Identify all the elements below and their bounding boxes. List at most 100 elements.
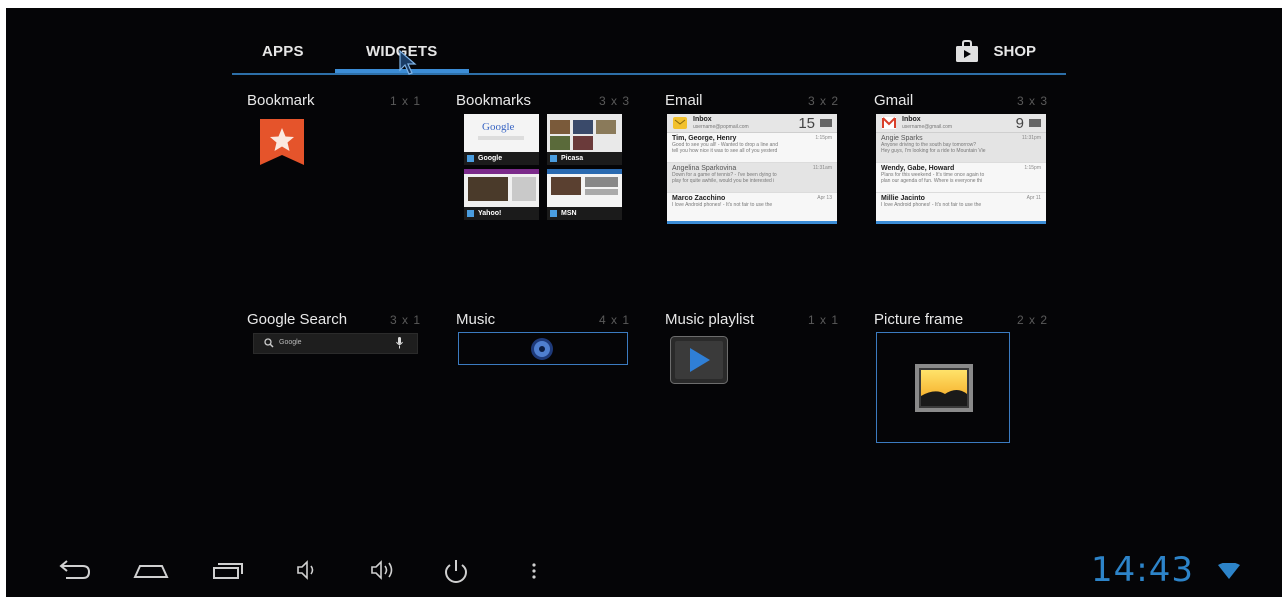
compose-icon	[820, 119, 832, 127]
widget-google-search[interactable]: Google Search 3 x 1 Google	[247, 311, 427, 461]
widget-music[interactable]: Music 4 x 1	[456, 311, 636, 461]
screen: APPS WIDGETS SHOP Bookmark 1 x 1 Bookmar…	[6, 8, 1282, 597]
widget-size: 3 x 2	[807, 94, 839, 108]
widget-email[interactable]: Email 3 x 2 Inbox username@popmail.com 1…	[665, 92, 845, 232]
music-preview	[458, 332, 628, 365]
menu-icon[interactable]	[514, 557, 554, 583]
gmail-inbox-label: Inbox	[902, 116, 921, 123]
widget-title: Gmail	[874, 92, 914, 109]
gmail-message: Angie Sparks 11:31pm Anyone driving to t…	[876, 133, 1046, 163]
gmail-accent-bar	[876, 221, 1046, 224]
message-from: Marco Zacchino	[672, 195, 726, 202]
email-message: Marco Zacchino Apr 13 I love Android pho…	[667, 193, 837, 223]
message-snippet: I love Android phones! - It's not fair t…	[672, 202, 773, 208]
shop-bag-icon	[956, 40, 979, 62]
volume-up-icon[interactable]	[362, 557, 402, 583]
music-disc-icon	[531, 338, 553, 360]
microphone-icon	[396, 337, 403, 349]
tab-bar: APPS WIDGETS SHOP	[232, 8, 1066, 76]
email-inbox-label: Inbox	[693, 116, 712, 123]
gmail-logo-icon	[882, 117, 896, 129]
message-snippet: plan our agenda of fun. Where is everyon…	[881, 178, 983, 184]
svg-text:Google: Google	[482, 121, 515, 133]
wifi-icon	[1218, 563, 1240, 579]
message-from: Tim, George, Henry	[672, 135, 737, 142]
search-placeholder: Google	[279, 339, 302, 346]
email-message: Angelina Sparkovina 11:31am Down for a g…	[667, 163, 837, 193]
widget-title: Bookmark	[247, 92, 315, 109]
gmail-unread-count: 9	[1015, 115, 1024, 132]
gmail-message: Wendy, Gabe, Howard 1:15pm Plans for thi…	[876, 163, 1046, 193]
widget-size: 3 x 1	[389, 313, 421, 327]
status-clock[interactable]: 14:43	[1091, 551, 1194, 589]
widget-size: 3 x 3	[598, 94, 630, 108]
message-snippet: I love Android phones! - It's not fair t…	[881, 202, 982, 208]
widget-title: Picture frame	[874, 311, 964, 328]
back-icon[interactable]	[56, 557, 96, 583]
bookmarks-thumbnails: Google Google Picasa Yahoo! MSN	[464, 114, 624, 224]
message-snippet: tell you how nice it was to see all of y…	[672, 148, 778, 154]
widget-title: Email	[665, 92, 703, 109]
widget-title: Music	[456, 311, 496, 328]
gmail-account: username@gmail.com	[902, 124, 953, 130]
shop-label: SHOP	[993, 42, 1036, 60]
bookmark-thumb-label: MSN	[561, 210, 577, 217]
message-from: Wendy, Gabe, Howard	[881, 165, 955, 172]
bookmark-thumb: Picasa	[547, 114, 622, 165]
message-time: 11:31am	[812, 165, 832, 171]
bookmark-thumb-label: Yahoo!	[478, 210, 502, 217]
message-time: Apr 11	[1026, 195, 1041, 201]
widget-picture-frame[interactable]: Picture frame 2 x 2	[874, 311, 1054, 461]
message-time: Apr 13	[817, 195, 832, 201]
bookmark-thumb: MSN	[547, 169, 622, 220]
widget-title: Music playlist	[665, 311, 755, 328]
message-snippet: Hey guys, I'm looking for a ride to Moun…	[881, 148, 986, 154]
email-envelope-icon	[673, 117, 687, 129]
message-from: Angelina Sparkovina	[672, 165, 737, 172]
search-icon	[264, 338, 274, 348]
picture-icon	[915, 364, 973, 412]
email-message: Tim, George, Henry 1:15pm Good to see yo…	[667, 133, 837, 163]
bookmark-thumb-label: Google	[478, 155, 503, 162]
google-search-preview: Google	[253, 333, 418, 354]
widget-title: Bookmarks	[456, 92, 532, 109]
widget-music-playlist[interactable]: Music playlist 1 x 1	[665, 311, 845, 461]
widget-bookmark[interactable]: Bookmark 1 x 1	[247, 92, 427, 232]
tab-divider	[232, 73, 1066, 75]
widget-size: 3 x 3	[1016, 94, 1048, 108]
message-from: Angie Sparks	[881, 135, 923, 142]
power-icon[interactable]	[436, 557, 476, 583]
gmail-header: Inbox username@gmail.com 9	[876, 114, 1046, 133]
widget-size: 1 x 1	[389, 94, 421, 108]
message-time: 1:15pm	[815, 135, 832, 141]
message-time: 1:15pm	[1024, 165, 1041, 171]
message-from: Millie Jacinto	[881, 195, 925, 202]
recent-apps-icon[interactable]	[208, 557, 248, 583]
bookmark-star-icon	[260, 119, 304, 165]
widget-size: 4 x 1	[598, 313, 630, 327]
play-icon	[670, 336, 728, 384]
widget-title: Google Search	[247, 311, 348, 328]
widget-gmail[interactable]: Gmail 3 x 3 Inbox username@gmail.com 9 A…	[874, 92, 1054, 232]
widget-bookmarks[interactable]: Bookmarks 3 x 3 Google Google Picasa Yah…	[456, 92, 636, 232]
compose-icon	[1029, 119, 1041, 127]
bookmark-thumb-label: Picasa	[561, 155, 584, 162]
bookmark-thumb: Google Google	[464, 114, 539, 165]
message-time: 11:31pm	[1021, 135, 1041, 141]
home-icon[interactable]	[131, 557, 171, 583]
email-preview: Inbox username@popmail.com 15 Tim, Georg…	[667, 114, 837, 224]
widget-size: 2 x 2	[1016, 313, 1048, 327]
gmail-preview: Inbox username@gmail.com 9 Angie Sparks …	[876, 114, 1046, 224]
picture-frame-preview	[876, 332, 1010, 443]
tab-apps[interactable]: APPS	[262, 43, 304, 60]
email-accent-bar	[667, 221, 837, 224]
bookmark-thumb: Yahoo!	[464, 169, 539, 220]
shop-button[interactable]: SHOP	[955, 39, 1036, 63]
gmail-message: Millie Jacinto Apr 11 I love Android pho…	[876, 193, 1046, 223]
widget-size: 1 x 1	[807, 313, 839, 327]
mouse-cursor-icon	[399, 50, 417, 75]
email-account: username@popmail.com	[693, 124, 749, 130]
email-header: Inbox username@popmail.com 15	[667, 114, 837, 133]
volume-down-icon[interactable]	[286, 557, 326, 583]
message-snippet: play for quite awhile, would you be inte…	[672, 178, 775, 184]
